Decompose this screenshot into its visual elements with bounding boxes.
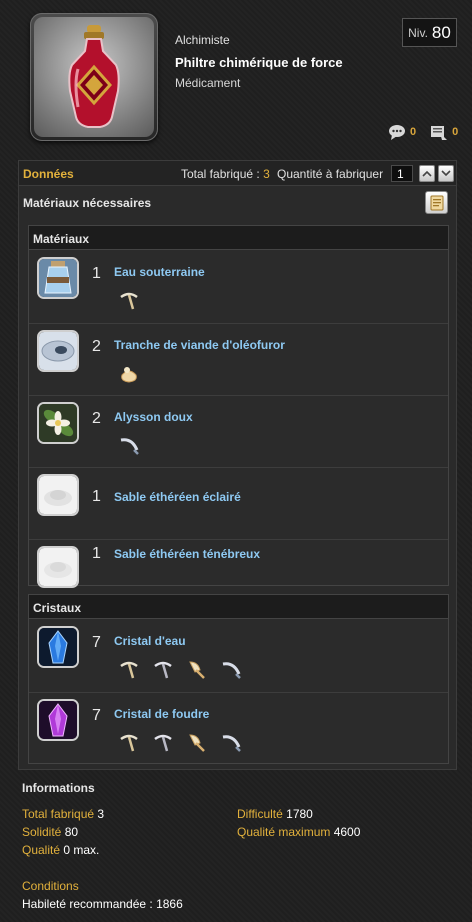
gathering-tools xyxy=(117,733,243,753)
quantity-input[interactable] xyxy=(391,165,413,182)
data-bar: Données Total fabriqué : 3 Quantité à fa… xyxy=(19,161,456,186)
crystals-header: Cristaux xyxy=(29,595,448,619)
crystal-row: 7 Cristal d'eau xyxy=(29,620,448,692)
comment-icon[interactable] xyxy=(388,124,406,140)
info-max-quality-value: 4600 xyxy=(333,825,361,839)
hatchet-icon[interactable] xyxy=(185,733,209,753)
material-qty: 1 xyxy=(92,545,101,562)
gathering-tools xyxy=(117,436,141,456)
chevron-down-icon xyxy=(441,170,451,177)
document-icon xyxy=(430,195,443,210)
info-total: Total fabriqué 3 xyxy=(22,807,104,821)
sickle-icon[interactable] xyxy=(219,660,243,680)
material-name-link[interactable]: Sable éthéréen ténébreux xyxy=(114,547,260,561)
meat-slice-icon[interactable] xyxy=(37,330,79,372)
water-crystal-icon[interactable] xyxy=(37,626,79,668)
material-name-link[interactable]: Tranche de viande d'oléofuror xyxy=(114,338,285,352)
sickle-icon[interactable] xyxy=(117,436,141,456)
potion-icon xyxy=(68,25,120,128)
info-difficulty-label: Difficulté xyxy=(237,807,283,821)
qty-increase-button[interactable] xyxy=(419,165,435,182)
material-row: 1 Eau souterraine xyxy=(29,251,448,323)
material-name-link[interactable]: Alysson doux xyxy=(114,410,193,424)
data-tab[interactable]: Données xyxy=(23,167,74,181)
pickaxe-icon[interactable] xyxy=(117,733,141,753)
material-qty: 1 xyxy=(92,488,101,505)
total-made-value: 3 xyxy=(263,167,270,181)
level-label: Niv. xyxy=(408,25,428,40)
info-durability-label: Solidité xyxy=(22,825,62,839)
gathering-tools xyxy=(117,660,243,680)
material-row: 2 Tranche de viande d'oléofuror xyxy=(29,323,448,395)
total-made-label: Total fabriqué : xyxy=(181,167,260,181)
material-qty: 2 xyxy=(92,410,101,427)
materials-header: Matériaux xyxy=(29,226,448,250)
recipe-panel: Données Total fabriqué : 3 Quantité à fa… xyxy=(18,160,457,770)
crystal-row: 7 Cristal de foudre xyxy=(29,692,448,764)
info-max-quality: Qualité maximum 4600 xyxy=(237,825,360,839)
hatchet-icon[interactable] xyxy=(185,660,209,680)
qty-label: Quantité à fabriquer xyxy=(277,167,384,181)
material-row: 1 Sable éthéréen ténébreux xyxy=(29,539,448,588)
material-row: 1 Sable éthéréen éclairé xyxy=(29,467,448,539)
list-count: 0 xyxy=(452,126,459,138)
sand-icon[interactable] xyxy=(37,474,79,516)
crystal-qty: 7 xyxy=(92,707,101,724)
level-value: 80 xyxy=(431,22,451,42)
info-title: Informations xyxy=(22,781,95,795)
info-total-label: Total fabriqué xyxy=(22,807,95,821)
item-name: Philtre chimérique de force xyxy=(175,55,343,70)
info-difficulty-value: 1780 xyxy=(286,807,313,821)
water-flask-icon[interactable] xyxy=(37,257,79,299)
chevron-up-icon xyxy=(422,170,432,177)
total-made: Total fabriqué : 3 xyxy=(181,167,270,181)
info-difficulty: Difficulté 1780 xyxy=(237,807,313,821)
materials-section-title: Matériaux nécessaires xyxy=(23,196,152,210)
gathering-tools xyxy=(117,364,141,384)
crystal-name-link[interactable]: Cristal de foudre xyxy=(114,707,209,721)
job-label: Alchimiste xyxy=(175,33,230,47)
material-name-link[interactable]: Eau souterraine xyxy=(114,265,205,279)
crystals-group: Cristaux 7 Cristal d'eau 7 Cristal de fo… xyxy=(28,594,449,764)
sickle-icon[interactable] xyxy=(219,733,243,753)
material-row: 2 Alysson doux xyxy=(29,395,448,467)
pickaxe-icon[interactable] xyxy=(151,733,175,753)
gathering-tools xyxy=(117,291,141,311)
materials-group: Matériaux 1 Eau souterraine 2 Tranche de… xyxy=(28,225,449,588)
material-qty: 2 xyxy=(92,338,101,355)
material-qty: 1 xyxy=(92,265,101,282)
conditions-title: Conditions xyxy=(22,879,79,893)
flower-icon[interactable] xyxy=(37,402,79,444)
conditions-line: Habileté recommandée : 1866 xyxy=(22,897,183,911)
sand-icon[interactable] xyxy=(37,546,79,588)
crystal-qty: 7 xyxy=(92,634,101,651)
info-quality-value: 0 max. xyxy=(63,843,100,857)
recipe-book-button[interactable] xyxy=(425,191,448,214)
qty-decrease-button[interactable] xyxy=(438,165,454,182)
comment-count: 0 xyxy=(410,126,417,138)
pickaxe-icon[interactable] xyxy=(151,660,175,680)
pickaxe-icon[interactable] xyxy=(117,291,141,311)
info-quality-label: Qualité xyxy=(22,843,61,857)
item-icon xyxy=(30,13,158,141)
item-header: Alchimiste Philtre chimérique de force M… xyxy=(0,0,472,155)
material-name-link[interactable]: Sable éthéréen éclairé xyxy=(114,490,241,504)
lightning-crystal-icon[interactable] xyxy=(37,699,79,741)
info-total-value: 3 xyxy=(97,807,105,821)
info-max-quality-label: Qualité maximum xyxy=(237,825,331,839)
pickaxe-icon[interactable] xyxy=(117,660,141,680)
stats-icons: 0 0 xyxy=(388,124,468,140)
info-durability-value: 80 xyxy=(64,825,79,839)
level-badge: Niv. 80 xyxy=(402,18,457,47)
crystal-name-link[interactable]: Cristal d'eau xyxy=(114,634,186,648)
list-icon[interactable] xyxy=(430,124,448,140)
info-durability: Solidité 80 xyxy=(22,825,78,839)
item-type: Médicament xyxy=(175,76,241,90)
info-quality: Qualité 0 max. xyxy=(22,843,99,857)
bait-icon[interactable] xyxy=(117,364,141,384)
